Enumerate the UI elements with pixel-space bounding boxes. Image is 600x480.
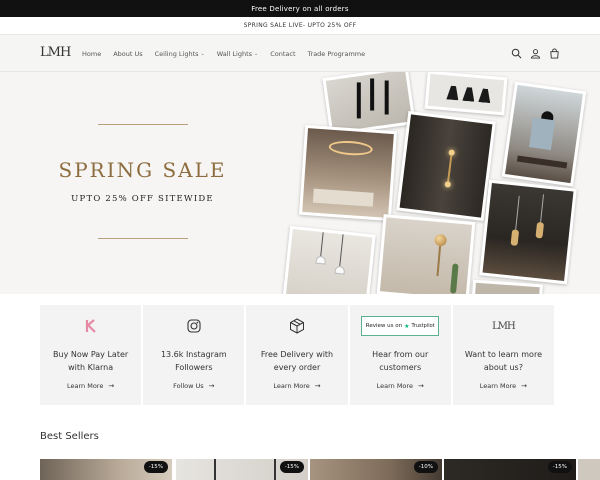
link-label: Learn More: [66, 382, 104, 390]
nav-contact[interactable]: Contact: [264, 50, 301, 58]
product-card[interactable]: -10%: [310, 459, 442, 480]
feature-text: 13.6k Instagram Followers: [160, 350, 227, 372]
product-card-partial[interactable]: [578, 459, 600, 480]
link-label: Learn More: [273, 382, 310, 390]
announcement-text: Free Delivery on all orders: [251, 4, 349, 13]
link-label: Learn More: [479, 382, 517, 390]
feature-card-about[interactable]: LMH Want to learn more about us? Learn M…: [452, 305, 555, 405]
nav-home-label: Home: [82, 49, 102, 58]
promo-text: SPRING SALE LIVE- UPTO 25% OFF: [243, 22, 357, 29]
arrow-right-icon: →: [521, 382, 528, 390]
link-label: Learn More: [376, 382, 413, 390]
feature-card-delivery[interactable]: Free Delivery with every order Learn Mor…: [246, 305, 348, 405]
feature-card-trustpilot[interactable]: Review us on ★ Trustpilot Hear from our …: [349, 305, 451, 405]
instagram-icon: [143, 317, 244, 335]
promo-bar: SPRING SALE LIVE- UPTO 25% OFF: [0, 17, 600, 35]
feature-text: Buy Now Pay Later with Klarna: [53, 350, 129, 372]
product-card[interactable]: -15%: [40, 459, 172, 480]
package-icon: [246, 317, 347, 335]
account-icon[interactable]: [530, 48, 541, 59]
collage-photo-white-pendants: [282, 225, 376, 294]
site-header: LMH Home About Us Ceiling Lights ⌄ Wall L…: [0, 35, 600, 72]
learn-more-link[interactable]: Learn More →: [40, 382, 141, 390]
feature-card-instagram[interactable]: 13.6k Instagram Followers Follow Us →: [143, 305, 245, 405]
nav-ceiling-lights[interactable]: Ceiling Lights ⌄: [149, 50, 211, 58]
nav-wall-lights-label: Wall Lights: [216, 49, 252, 58]
collage-photo-gold-pendants: [479, 179, 577, 285]
collage-photo-dining-window: [501, 81, 587, 187]
discount-badge: -15%: [547, 461, 572, 473]
site-logo[interactable]: LMH: [40, 45, 71, 60]
collage-photo-black-shades: [424, 72, 508, 116]
chevron-down-icon: ⌄: [254, 50, 259, 57]
nav-trade-programme[interactable]: Trade Programme: [302, 50, 372, 58]
cart-icon[interactable]: [549, 48, 560, 59]
collage-photo-ring-lamp-lounge: [298, 124, 398, 222]
arrow-right-icon: →: [417, 382, 424, 390]
best-sellers-title: Best Sellers: [40, 431, 99, 442]
chevron-down-icon: ⌄: [200, 50, 205, 57]
collage-photo-wall-sconce: [396, 111, 496, 221]
nav-wall-lights[interactable]: Wall Lights ⌄: [211, 50, 264, 58]
star-icon: ★: [404, 322, 410, 330]
link-label: Follow Us: [173, 382, 204, 390]
hero-photo-collage: [0, 72, 600, 294]
discount-badge: -15%: [279, 461, 304, 473]
nav-contact-label: Contact: [270, 49, 296, 58]
feature-text: Want to learn more about us?: [464, 350, 542, 372]
collage-photo-gold-globe-sconce: [376, 214, 476, 294]
discount-badge: -15%: [143, 461, 168, 473]
trustpilot-brand: Trustpilot: [411, 323, 435, 329]
discount-badge: -10%: [413, 461, 438, 473]
learn-more-link[interactable]: Learn More →: [350, 382, 451, 390]
collage-photo-dark-corner: [471, 279, 543, 294]
nav-ceiling-lights-label: Ceiling Lights: [154, 49, 199, 58]
follow-us-link[interactable]: Follow Us →: [143, 382, 244, 390]
nav-home[interactable]: Home: [76, 50, 107, 58]
nav-about-us[interactable]: About Us: [107, 50, 148, 58]
trustpilot-badge-text: Review us on: [365, 323, 403, 329]
feature-card-klarna[interactable]: Buy Now Pay Later with Klarna Learn More…: [40, 305, 142, 405]
lmh-logo-text: LMH: [492, 320, 516, 332]
feature-text: Hear from our customers: [372, 350, 429, 372]
feature-text: Free Delivery with every order: [260, 350, 334, 372]
nav-about-us-label: About Us: [113, 49, 143, 58]
feature-cards: Buy Now Pay Later with Klarna Learn More…: [40, 305, 555, 405]
best-sellers-products: -15% -15% -10% -15%: [40, 459, 600, 480]
hero-banner[interactable]: SPRING SALE UPTO 25% OFF SITEWIDE: [0, 72, 600, 294]
product-card[interactable]: -15%: [176, 459, 308, 480]
arrow-right-icon: →: [208, 382, 215, 390]
search-icon[interactable]: [511, 48, 522, 59]
lmh-logo-icon: LMH: [453, 317, 554, 335]
arrow-right-icon: →: [314, 382, 321, 390]
announcement-bar: Free Delivery on all orders: [0, 0, 600, 17]
trustpilot-icon[interactable]: Review us on ★ Trustpilot: [350, 315, 451, 337]
nav-trade-programme-label: Trade Programme: [307, 49, 366, 58]
arrow-right-icon: →: [108, 382, 115, 390]
learn-more-link[interactable]: Learn More →: [453, 382, 554, 390]
main-nav: Home About Us Ceiling Lights ⌄ Wall Light…: [76, 35, 371, 72]
trustpilot-badge[interactable]: Review us on ★ Trustpilot: [361, 316, 440, 336]
klarna-icon: [40, 317, 141, 335]
learn-more-link[interactable]: Learn More →: [246, 382, 347, 390]
header-icons: [511, 35, 560, 72]
product-card[interactable]: -15%: [444, 459, 576, 480]
